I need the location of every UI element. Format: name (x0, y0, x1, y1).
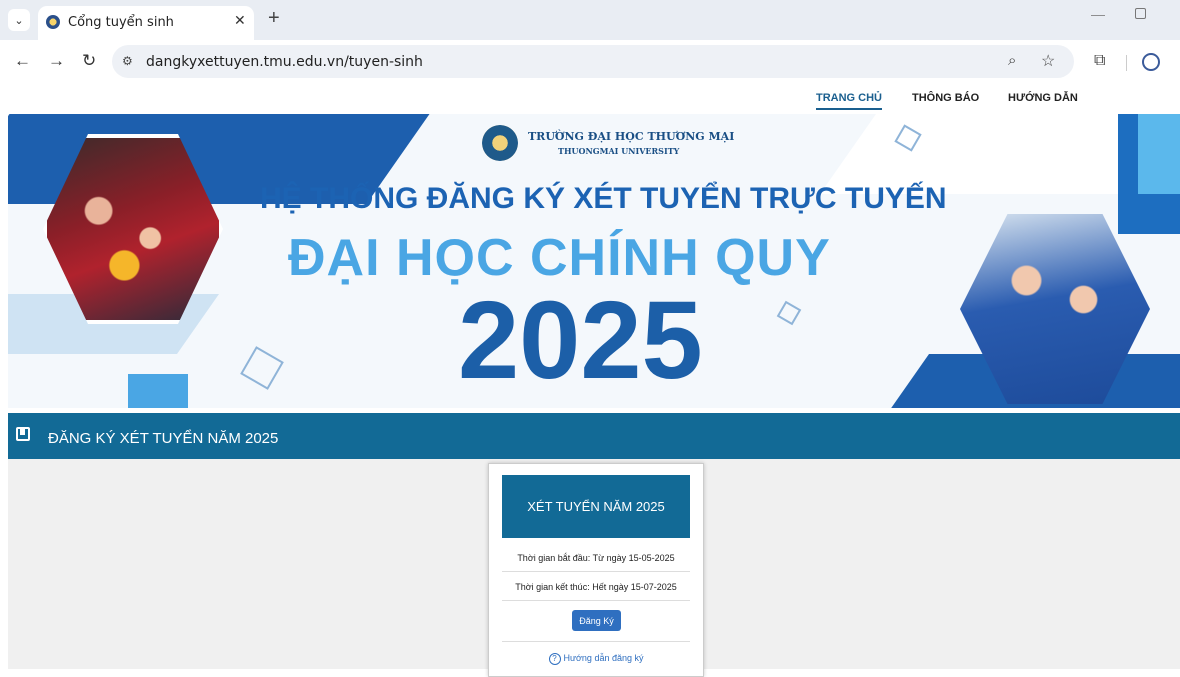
new-tab-icon[interactable]: + (268, 7, 280, 30)
help-circle-icon: ? (548, 653, 561, 665)
browser-tab[interactable]: Cổng tuyển sinh ✕ (38, 6, 254, 40)
url-text[interactable]: dangkyxettuyen.tmu.edu.vn/tuyen-sinh (146, 54, 423, 70)
site-favicon-icon (46, 15, 60, 29)
toolbar-divider (1126, 55, 1127, 71)
tab-list-chevron-icon[interactable]: ⌄ (8, 9, 30, 31)
university-name: TRƯỜNG ĐẠI HỌC THƯƠNG MẠI (528, 130, 735, 143)
university-name-en: THUONGMAI UNIVERSITY (558, 146, 680, 156)
section-header: ĐĂNG KÝ XÉT TUYỂN NĂM 2025 (8, 413, 1180, 459)
nav-home-link[interactable]: TRANG CHỦ (816, 92, 882, 110)
divider (502, 641, 690, 642)
admission-banner: TRƯỜNG ĐẠI HỌC THƯƠNG MẠI THUONGMAI UNIV… (8, 114, 1180, 408)
forward-arrow-icon[interactable]: → (48, 52, 65, 70)
nav-announcements-link[interactable]: THÔNG BÁO (912, 92, 979, 104)
decor-hexagon (240, 346, 284, 390)
back-arrow-icon[interactable]: ← (14, 52, 31, 70)
guide-link-label[interactable]: Hướng dẫn đăng ký (564, 653, 644, 663)
extensions-icon[interactable]: ⧉ (1094, 52, 1105, 70)
restore-window-icon[interactable] (1135, 8, 1146, 19)
register-button[interactable]: Đăng Ký (572, 610, 621, 631)
browser-toolbar: ← → ↻ ⚙ dangkyxettuyen.tmu.edu.vn/tuyen-… (0, 40, 1180, 84)
card-heading: XÉT TUYỂN NĂM 2025 (502, 475, 690, 538)
minimize-icon[interactable]: — (1091, 6, 1105, 22)
registration-guide-link[interactable]: ? Hướng dẫn đăng ký (502, 653, 690, 665)
banner-year: 2025 (458, 279, 703, 402)
decor-hexagon (776, 300, 802, 326)
divider (502, 600, 690, 601)
banner-stripe (1138, 114, 1180, 194)
section-title: ĐĂNG KÝ XÉT TUYỂN NĂM 2025 (48, 430, 279, 447)
banner-headline: HỆ THỐNG ĐĂNG KÝ XÉT TUYỂN TRỰC TUYẾN (260, 182, 947, 215)
end-time: Thời gian kết thúc: Hết ngày 15-07-2025 (515, 582, 677, 592)
tab-title: Cổng tuyển sinh (68, 15, 174, 30)
start-time: Thời gian bắt đầu: Từ ngày 15-05-2025 (517, 553, 675, 563)
close-tab-icon[interactable]: ✕ (234, 12, 246, 29)
reload-icon[interactable]: ↻ (82, 52, 96, 70)
site-settings-icon[interactable]: ⚙ (122, 54, 133, 68)
zoom-icon[interactable]: ⌕ (1008, 52, 1016, 69)
admission-card: XÉT TUYỂN NĂM 2025 Thời gian bắt đầu: Từ… (488, 463, 704, 677)
bookmark-star-icon[interactable]: ☆ (1041, 51, 1055, 71)
nav-guide-link[interactable]: HƯỚNG DẪN (1008, 92, 1078, 104)
main-content: XÉT TUYỂN NĂM 2025 Thời gian bắt đầu: Từ… (8, 459, 1180, 677)
university-logo (482, 125, 518, 161)
address-bar[interactable]: ⚙ dangkyxettuyen.tmu.edu.vn/tuyen-sinh ⌕… (112, 45, 1074, 78)
divider (502, 571, 690, 572)
banner-stripe (128, 374, 188, 408)
browser-tab-strip: ⌄ Cổng tuyển sinh ✕ + — (0, 0, 1180, 40)
site-navigation: TRANG CHỦ THÔNG BÁO HƯỚNG DẪN (0, 84, 1180, 114)
profile-icon[interactable] (1142, 53, 1160, 71)
form-icon (16, 427, 30, 441)
